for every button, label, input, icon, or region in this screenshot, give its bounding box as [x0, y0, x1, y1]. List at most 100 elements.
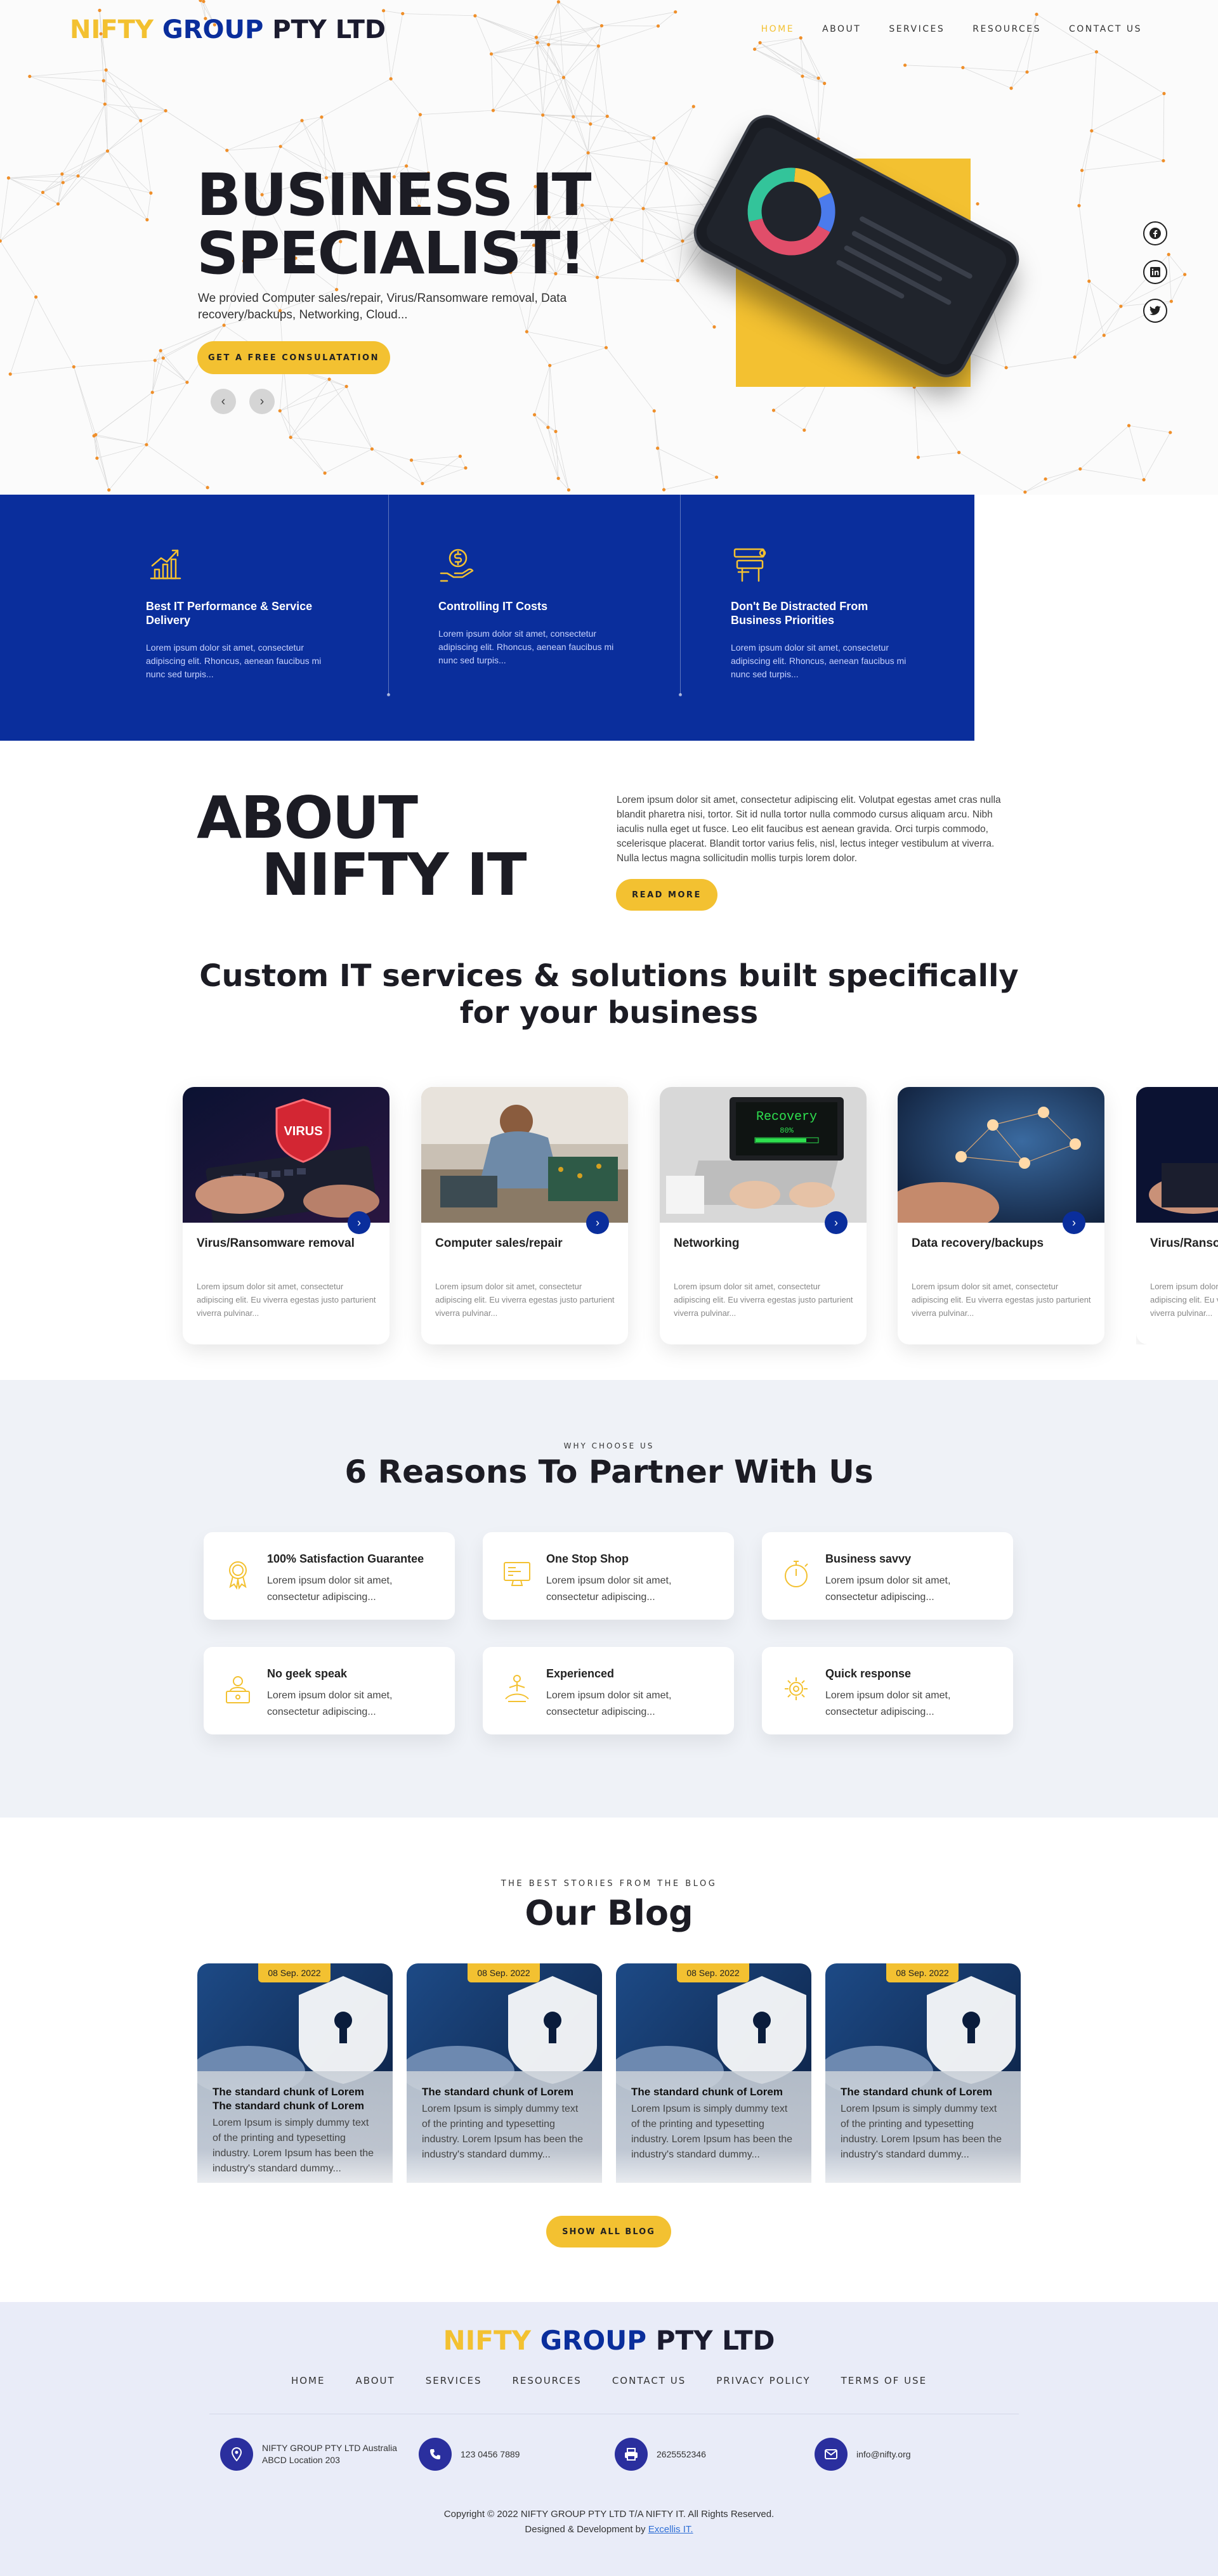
service-arrow-button[interactable]: › — [825, 1211, 848, 1234]
footer-nav-about[interactable]: ABOUT — [355, 2375, 395, 2386]
blog-post-title[interactable]: The standard chunk of Lorem — [422, 2085, 593, 2099]
blog-card[interactable]: 08 Sep. 2022 The standard chunk of Lorem… — [825, 1963, 1021, 2183]
network-dot — [976, 202, 979, 206]
blog-card[interactable]: 08 Sep. 2022 The standard chunk of Lorem… — [407, 1963, 602, 2183]
service-card[interactable]: › Data recovery/backups Lorem ipsum dolo… — [898, 1087, 1104, 1344]
nav-about[interactable]: ABOUT — [822, 24, 861, 34]
network-line — [94, 435, 147, 445]
service-card[interactable]: Virus/Ransomware removal Lorem ipsum dol… — [1136, 1087, 1218, 1344]
reason-text: Lorem ipsum dolor sit amet, consectetur … — [825, 1690, 951, 1717]
nav-services[interactable]: SERVICES — [889, 24, 945, 34]
award-icon — [229, 1561, 247, 1590]
network-line — [107, 150, 148, 220]
blog-post-excerpt: Lorem Ipsum is simply dummy text of the … — [631, 2104, 793, 2160]
service-card[interactable]: Recovery 80% › Networking Lorem ipsum do… — [660, 1087, 867, 1344]
network-line — [1171, 274, 1185, 302]
show-all-blog-button[interactable]: SHOW ALL BLOG — [546, 2216, 671, 2247]
address-line-2: ABCD Location 203 — [262, 2455, 340, 2465]
network-line — [74, 360, 155, 367]
network-line — [107, 110, 166, 152]
network-line — [641, 208, 644, 261]
site-header: NIFTY GROUP PTY LTD HOME ABOUT SERVICES … — [0, 0, 1218, 63]
network-line — [420, 110, 494, 115]
blog-card[interactable]: 08 Sep. 2022 The standard chunk of Lorem… — [616, 1963, 811, 2183]
footer-nav-resources[interactable]: RESOURCES — [512, 2375, 581, 2386]
footer-nav-privacy-policy[interactable]: PRIVACY POLICY — [716, 2375, 810, 2386]
footer-nav-home[interactable]: HOME — [291, 2375, 325, 2386]
network-line — [77, 176, 148, 220]
slider-next-button[interactable]: › — [249, 389, 275, 414]
nav-resources[interactable]: RESOURCES — [972, 24, 1041, 34]
blog-post-title[interactable]: The standard chunk of Lorem The standard… — [213, 2085, 384, 2113]
service-text: Lorem ipsum dolor sit amet, consectetur … — [674, 1282, 853, 1318]
network-line — [643, 208, 678, 281]
network-line — [43, 150, 108, 193]
reasons-title: 6 Reasons To Partner With Us — [344, 1454, 874, 1490]
facebook-icon[interactable] — [1143, 221, 1167, 245]
read-more-button[interactable]: READ MORE — [616, 879, 717, 911]
hero-title-line-1: BUSINESS IT — [197, 161, 592, 229]
service-text: Lorem ipsum dolor sit amet, consectetur … — [1150, 1282, 1218, 1318]
footer-nav-terms-of-use[interactable]: TERMS OF USE — [841, 2375, 927, 2386]
service-arrow-button[interactable]: › — [1063, 1211, 1085, 1234]
network-dot — [802, 428, 806, 432]
network-dot — [1044, 477, 1047, 481]
fax-icon — [615, 2438, 648, 2471]
network-line — [8, 178, 43, 193]
network-line — [73, 367, 95, 436]
feature-text: Lorem ipsum dolor sit amet, consectetur … — [438, 628, 614, 665]
nav-contact-us[interactable]: CONTACT US — [1069, 24, 1142, 34]
network-dot — [605, 114, 609, 118]
service-arrow-button[interactable]: › — [348, 1211, 370, 1234]
network-line — [547, 365, 551, 427]
contact-phone[interactable]: 123 0456 7889 — [419, 2438, 520, 2471]
network-line — [390, 79, 421, 115]
free-consultation-button[interactable]: GET A FREE CONSULATATION — [197, 341, 390, 374]
network-line — [283, 366, 291, 438]
network-dot — [541, 113, 545, 117]
site-logo[interactable]: NIFTY GROUP PTY LTD — [70, 15, 386, 44]
network-line — [103, 80, 141, 121]
network-line — [411, 456, 461, 461]
service-card[interactable]: VIRUS › Virus/Ransomware removal Lorem i… — [183, 1087, 390, 1344]
blog-post-title[interactable]: The standard chunk of Lorem — [631, 2085, 802, 2099]
network-dot — [801, 74, 804, 78]
network-dot — [34, 295, 38, 299]
blog-card[interactable]: 08 Sep. 2022 The standard chunk of Lorem… — [197, 1963, 393, 2183]
credit-link[interactable]: Excellis IT. — [648, 2524, 693, 2535]
credit-line: Designed & Development by Excellis IT. — [0, 2522, 1218, 2537]
slider-prev-button[interactable]: ‹ — [211, 389, 236, 414]
network-dot — [1127, 424, 1131, 427]
contact-email[interactable]: info@nifty.org — [815, 2438, 911, 2471]
nav-home[interactable]: HOME — [761, 24, 794, 34]
linkedin-icon[interactable] — [1143, 260, 1167, 284]
network-line — [290, 437, 325, 474]
network-dot — [1080, 169, 1084, 172]
network-line — [590, 124, 654, 139]
network-dot — [185, 381, 189, 384]
blog-post-title[interactable]: The standard chunk of Lorem — [841, 2085, 1012, 2099]
network-dot — [691, 105, 695, 108]
network-line — [140, 120, 152, 193]
feature-priorities: Don't Be Distracted From Business Priori… — [731, 545, 915, 681]
service-card-clip: Virus/Ransomware removal Lorem ipsum dol… — [1136, 1087, 1218, 1344]
network-line — [422, 456, 461, 484]
network-dot — [525, 330, 528, 334]
network-line — [411, 460, 466, 469]
twitter-icon[interactable] — [1143, 299, 1167, 323]
network-line — [1163, 93, 1165, 161]
service-card[interactable]: › Computer sales/repair Lorem ipsum dolo… — [421, 1087, 628, 1344]
contact-fax[interactable]: 2625552346 — [615, 2438, 706, 2471]
network-line — [96, 458, 110, 490]
network-dot — [161, 356, 165, 360]
feature-title: Best IT Performance & Service Delivery — [146, 600, 313, 627]
network-dot — [103, 102, 107, 106]
footer-nav-services[interactable]: SERVICES — [426, 2375, 482, 2386]
network-line — [329, 379, 372, 450]
footer-nav-contact-us[interactable]: CONTACT US — [612, 2375, 686, 2386]
service-arrow-button[interactable]: › — [586, 1211, 609, 1234]
blog-title: Our Blog — [525, 1893, 693, 1933]
network-line — [152, 382, 188, 393]
blog-post-excerpt: Lorem Ipsum is simply dummy text of the … — [422, 2104, 584, 2160]
footer-logo[interactable]: NIFTY GROUP PTY LTD — [0, 2325, 1218, 2356]
